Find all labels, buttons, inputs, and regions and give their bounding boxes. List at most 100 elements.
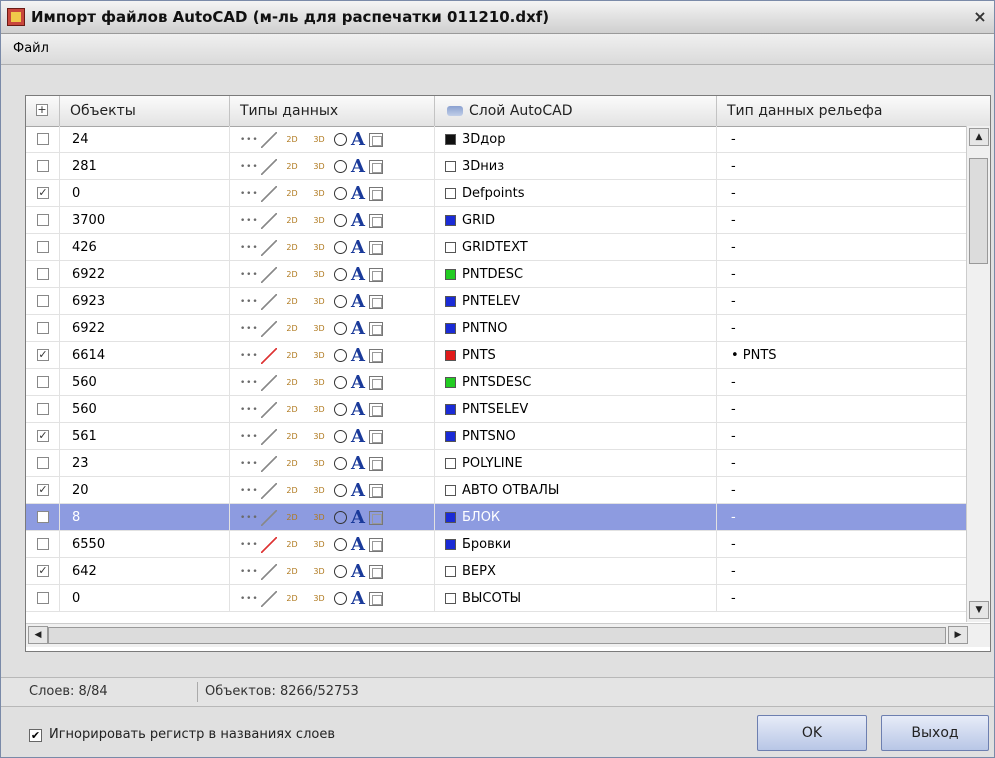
- table-row[interactable]: ✓ 6614 2D3D A PNTS • PNTS: [26, 342, 966, 370]
- row-types[interactable]: 2D3D A: [230, 396, 435, 424]
- text-icon[interactable]: A: [350, 207, 366, 234]
- table-row[interactable]: ✓ 642 2D3D A ВЕРХ -: [26, 558, 966, 586]
- block-icon[interactable]: [369, 159, 383, 174]
- points-icon[interactable]: [240, 316, 258, 343]
- checkbox-unchecked-icon[interactable]: [37, 322, 49, 334]
- vertical-scrollbar[interactable]: ▲ ▼: [966, 126, 990, 622]
- line-icon[interactable]: [261, 590, 277, 607]
- circle-icon[interactable]: [334, 160, 347, 173]
- table-row[interactable]: 6550 2D3D A Бровки -: [26, 531, 966, 559]
- text-icon[interactable]: A: [350, 450, 366, 477]
- text-icon[interactable]: A: [350, 558, 366, 585]
- text-icon[interactable]: A: [350, 261, 366, 288]
- line-icon[interactable]: [261, 509, 277, 526]
- text-icon[interactable]: A: [350, 423, 366, 450]
- checkbox-checked-icon[interactable]: ✓: [37, 430, 49, 442]
- points-icon[interactable]: [240, 235, 258, 262]
- line-icon[interactable]: [261, 563, 277, 580]
- scroll-left-icon[interactable]: ◀: [28, 626, 48, 644]
- circle-icon[interactable]: [334, 565, 347, 578]
- row-types[interactable]: 2D3D A: [230, 558, 435, 586]
- block-icon[interactable]: [369, 186, 383, 201]
- 3d-polyline-icon[interactable]: 3D: [307, 349, 331, 363]
- circle-icon[interactable]: [334, 241, 347, 254]
- line-icon[interactable]: [261, 482, 277, 499]
- 3d-polyline-icon[interactable]: 3D: [307, 484, 331, 498]
- row-checkbox-cell[interactable]: [26, 504, 60, 531]
- horizontal-scrollbar[interactable]: ◀ ▶: [26, 623, 990, 647]
- row-checkbox-cell[interactable]: [26, 261, 60, 288]
- row-types[interactable]: 2D3D A: [230, 477, 435, 505]
- 2d-polyline-icon[interactable]: 2D: [280, 592, 304, 606]
- row-types[interactable]: 2D3D A: [230, 126, 435, 154]
- points-icon[interactable]: [240, 370, 258, 397]
- checkbox-unchecked-icon[interactable]: [37, 214, 49, 226]
- table-row[interactable]: 426 2D3D A GRIDTEXT -: [26, 234, 966, 262]
- row-checkbox-cell[interactable]: ✓: [26, 558, 60, 585]
- table-row[interactable]: 6923 2D3D A PNTELEV -: [26, 288, 966, 316]
- line-icon[interactable]: [261, 347, 277, 364]
- circle-icon[interactable]: [334, 322, 347, 335]
- checkbox-checked-icon[interactable]: ✓: [37, 484, 49, 496]
- row-checkbox-cell[interactable]: ✓: [26, 342, 60, 369]
- 3d-polyline-icon[interactable]: 3D: [307, 376, 331, 390]
- circle-icon[interactable]: [334, 214, 347, 227]
- checkbox-unchecked-icon[interactable]: [37, 133, 49, 145]
- 2d-polyline-icon[interactable]: 2D: [280, 376, 304, 390]
- table-row[interactable]: ✓ 0 2D3D A Defpoints -: [26, 180, 966, 208]
- row-terrain-type[interactable]: -: [717, 423, 966, 450]
- line-icon[interactable]: [261, 293, 277, 310]
- points-icon[interactable]: [240, 343, 258, 370]
- block-icon[interactable]: [369, 591, 383, 606]
- 2d-polyline-icon[interactable]: 2D: [280, 133, 304, 147]
- 3d-polyline-icon[interactable]: 3D: [307, 187, 331, 201]
- row-checkbox-cell[interactable]: [26, 396, 60, 423]
- checkbox-unchecked-icon[interactable]: [37, 538, 49, 550]
- line-icon[interactable]: [261, 131, 277, 148]
- block-icon[interactable]: [369, 213, 383, 228]
- 3d-polyline-icon[interactable]: 3D: [307, 457, 331, 471]
- row-checkbox-cell[interactable]: [26, 234, 60, 261]
- 2d-polyline-icon[interactable]: 2D: [280, 160, 304, 174]
- text-icon[interactable]: A: [350, 531, 366, 558]
- row-checkbox-cell[interactable]: [26, 288, 60, 315]
- close-button[interactable]: ×: [970, 7, 990, 27]
- line-icon[interactable]: [261, 455, 277, 472]
- table-row[interactable]: 6922 2D3D A PNTNO -: [26, 315, 966, 343]
- table-row[interactable]: 23 2D3D A POLYLINE -: [26, 450, 966, 478]
- circle-icon[interactable]: [334, 457, 347, 470]
- line-icon[interactable]: [261, 266, 277, 283]
- row-checkbox-cell[interactable]: [26, 531, 60, 558]
- row-terrain-type[interactable]: -: [717, 180, 966, 207]
- row-terrain-type[interactable]: -: [717, 261, 966, 288]
- circle-icon[interactable]: [334, 376, 347, 389]
- row-checkbox-cell[interactable]: [26, 126, 60, 153]
- header-types[interactable]: Типы данных: [230, 96, 435, 126]
- row-terrain-type[interactable]: • PNTS: [717, 342, 966, 369]
- block-icon[interactable]: [369, 348, 383, 363]
- table-row[interactable]: 560 2D3D A PNTSDESC -: [26, 369, 966, 397]
- line-icon[interactable]: [261, 212, 277, 229]
- 3d-polyline-icon[interactable]: 3D: [307, 511, 331, 525]
- points-icon[interactable]: [240, 154, 258, 181]
- checkbox-checked-icon[interactable]: ✓: [37, 187, 49, 199]
- circle-icon[interactable]: [334, 403, 347, 416]
- exit-button[interactable]: Выход: [881, 715, 989, 751]
- row-terrain-type[interactable]: -: [717, 369, 966, 396]
- circle-icon[interactable]: [334, 430, 347, 443]
- vertical-scroll-thumb[interactable]: [969, 158, 988, 264]
- checkbox-unchecked-icon[interactable]: [37, 160, 49, 172]
- block-icon[interactable]: [369, 564, 383, 579]
- 3d-polyline-icon[interactable]: 3D: [307, 592, 331, 606]
- block-icon[interactable]: [369, 240, 383, 255]
- row-checkbox-cell[interactable]: ✓: [26, 423, 60, 450]
- 2d-polyline-icon[interactable]: 2D: [280, 484, 304, 498]
- points-icon[interactable]: [240, 397, 258, 424]
- row-types[interactable]: 2D3D A: [230, 288, 435, 316]
- scroll-down-icon[interactable]: ▼: [969, 601, 989, 619]
- 2d-polyline-icon[interactable]: 2D: [280, 565, 304, 579]
- line-icon[interactable]: [261, 158, 277, 175]
- line-icon[interactable]: [261, 239, 277, 256]
- points-icon[interactable]: [240, 127, 258, 154]
- 2d-polyline-icon[interactable]: 2D: [280, 430, 304, 444]
